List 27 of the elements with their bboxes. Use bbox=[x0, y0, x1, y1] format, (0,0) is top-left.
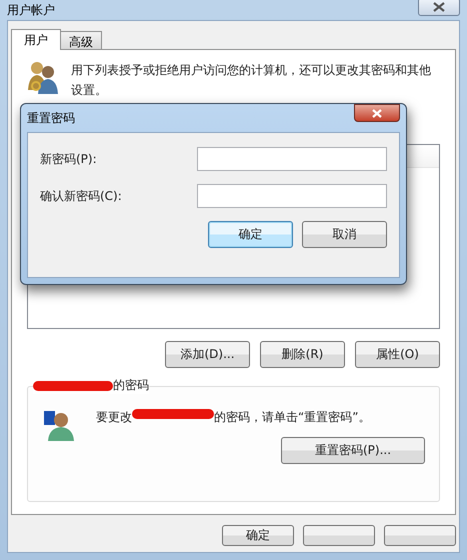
dialog-button[interactable] bbox=[303, 525, 375, 546]
window-title: 用户帐户 bbox=[7, 2, 55, 18]
dialog-button[interactable] bbox=[384, 525, 456, 546]
field-label: 新密码(P): bbox=[40, 150, 97, 168]
reset-password-button[interactable]: 重置密码(P)... bbox=[281, 437, 425, 464]
message-text: 的密码，请单击“重置密码”。 bbox=[214, 409, 370, 426]
close-button[interactable] bbox=[354, 104, 400, 122]
close-icon bbox=[432, 2, 446, 12]
close-button[interactable] bbox=[418, 0, 460, 16]
password-field[interactable] bbox=[197, 184, 387, 208]
dialog-title: 重置密码 bbox=[27, 110, 75, 126]
message-text: 要更改 bbox=[96, 409, 132, 426]
description-text: 用下列表授予或拒绝用户访问您的计算机，还可以更改其密码和其他设置。 bbox=[71, 62, 432, 99]
dialog-button[interactable]: 确定 bbox=[208, 221, 293, 248]
users-icon bbox=[27, 60, 59, 94]
ok-button[interactable]: 确定 bbox=[222, 525, 294, 546]
user-icon bbox=[42, 409, 74, 441]
close-icon bbox=[371, 108, 383, 118]
tab[interactable]: 用户 bbox=[11, 29, 61, 50]
tab[interactable]: 高级 bbox=[60, 31, 102, 49]
password-field[interactable] bbox=[197, 147, 387, 171]
dialog-button[interactable]: 取消 bbox=[302, 221, 387, 248]
action-button[interactable]: 属性(O) bbox=[355, 341, 440, 368]
action-button[interactable]: 添加(D)... bbox=[165, 341, 250, 368]
group-title: 的密码 bbox=[113, 377, 149, 394]
action-button[interactable]: 删除(R) bbox=[260, 341, 345, 368]
field-label: 确认新密码(C): bbox=[40, 188, 122, 204]
